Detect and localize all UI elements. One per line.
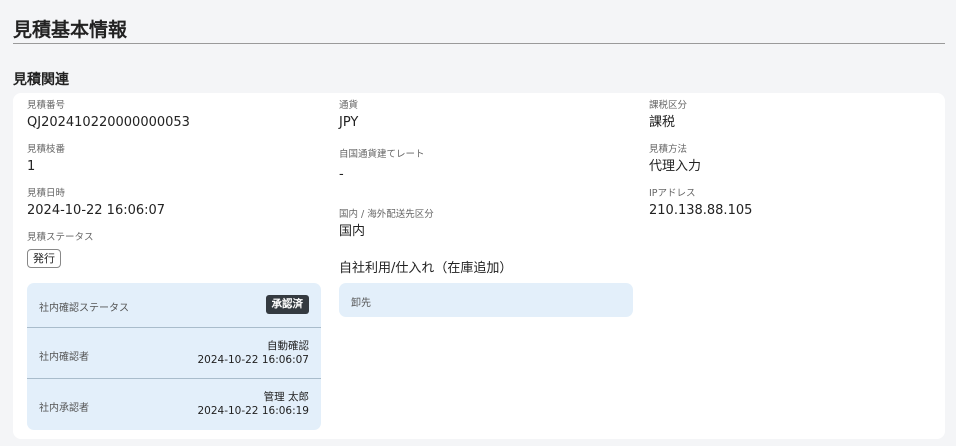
tax-class-value: 課税	[649, 115, 676, 130]
internal-status-row: 社内確認ステータス 承認済	[27, 283, 321, 328]
tax-class-label: 課税区分	[649, 100, 688, 111]
page-title: 見積基本情報	[13, 19, 128, 41]
usage-heading: 自社利用/仕入れ（在庫追加）	[339, 261, 513, 276]
quote-number-value: QJ202410220000000053	[27, 115, 190, 130]
delivery-type-value: 国内	[339, 224, 366, 239]
internal-approver-name: 管理 太郎	[263, 391, 309, 403]
home-rate-value: -	[339, 167, 344, 182]
quote-status-label: 見積ステータス	[27, 232, 94, 243]
field-currency: 通貨 JPY	[339, 100, 358, 132]
delivery-type-label: 国内 / 海外配送先区分	[339, 209, 434, 220]
home-rate-label: 自国通貨建てレート	[339, 149, 425, 160]
internal-confirmer-row: 社内確認者 自動確認 2024-10-22 16:06:07	[27, 328, 321, 379]
quote-method-label: 見積方法	[649, 144, 688, 155]
internal-status-label: 社内確認ステータス	[39, 303, 129, 314]
field-home-rate: 自国通貨建てレート -	[339, 149, 425, 184]
field-quote-number: 見積番号 QJ202410220000000053	[27, 100, 190, 132]
internal-approver-label: 社内承認者	[39, 403, 89, 414]
quote-status-badge: 発行	[27, 249, 61, 268]
field-tax-class: 課税区分 課税	[649, 100, 687, 132]
wholesaler-label: 卸先	[351, 298, 371, 309]
section-title: 見積関連	[13, 72, 69, 88]
approved-badge: 承認済	[265, 295, 309, 314]
quote-branch-value: 1	[27, 159, 36, 174]
internal-approval-panel: 社内確認ステータス 承認済 社内確認者 自動確認 2024-10-22 16:0…	[27, 283, 321, 430]
internal-confirmer-info: 自動確認 2024-10-22 16:06:07	[197, 339, 309, 367]
field-ip-address: IPアドレス 210.138.88.105	[649, 188, 752, 220]
quote-datetime-label: 見積日時	[27, 188, 66, 199]
field-quote-method: 見積方法 代理入力	[649, 144, 701, 176]
internal-confirmer-datetime: 2024-10-22 16:06:07	[197, 354, 309, 366]
field-delivery-type: 国内 / 海外配送先区分 国内	[339, 209, 434, 241]
internal-approver-row: 社内承認者 管理 太郎 2024-10-22 16:06:19	[27, 379, 321, 430]
quote-number-label: 見積番号	[27, 100, 66, 111]
wholesaler-box: 卸先	[339, 283, 633, 317]
currency-label: 通貨	[339, 100, 359, 111]
quote-datetime-value: 2024-10-22 16:06:07	[27, 203, 166, 218]
ip-address-value: 210.138.88.105	[649, 203, 753, 218]
field-quote-status: 見積ステータス 発行	[27, 232, 94, 268]
ip-address-label: IPアドレス	[649, 188, 696, 199]
internal-approver-info: 管理 太郎 2024-10-22 16:06:19	[197, 390, 309, 418]
internal-confirmer-name: 自動確認	[267, 340, 309, 352]
internal-approver-datetime: 2024-10-22 16:06:19	[197, 405, 309, 417]
quote-method-value: 代理入力	[649, 159, 702, 174]
currency-value: JPY	[339, 115, 359, 130]
internal-confirmer-label: 社内確認者	[39, 352, 89, 363]
field-quote-datetime: 見積日時 2024-10-22 16:06:07	[27, 188, 165, 220]
quote-info-card: 見積番号 QJ202410220000000053 見積枝番 1 見積日時 20…	[13, 93, 945, 439]
field-quote-branch: 見積枝番 1	[27, 144, 65, 176]
title-divider	[13, 43, 945, 44]
quote-branch-label: 見積枝番	[27, 144, 66, 155]
